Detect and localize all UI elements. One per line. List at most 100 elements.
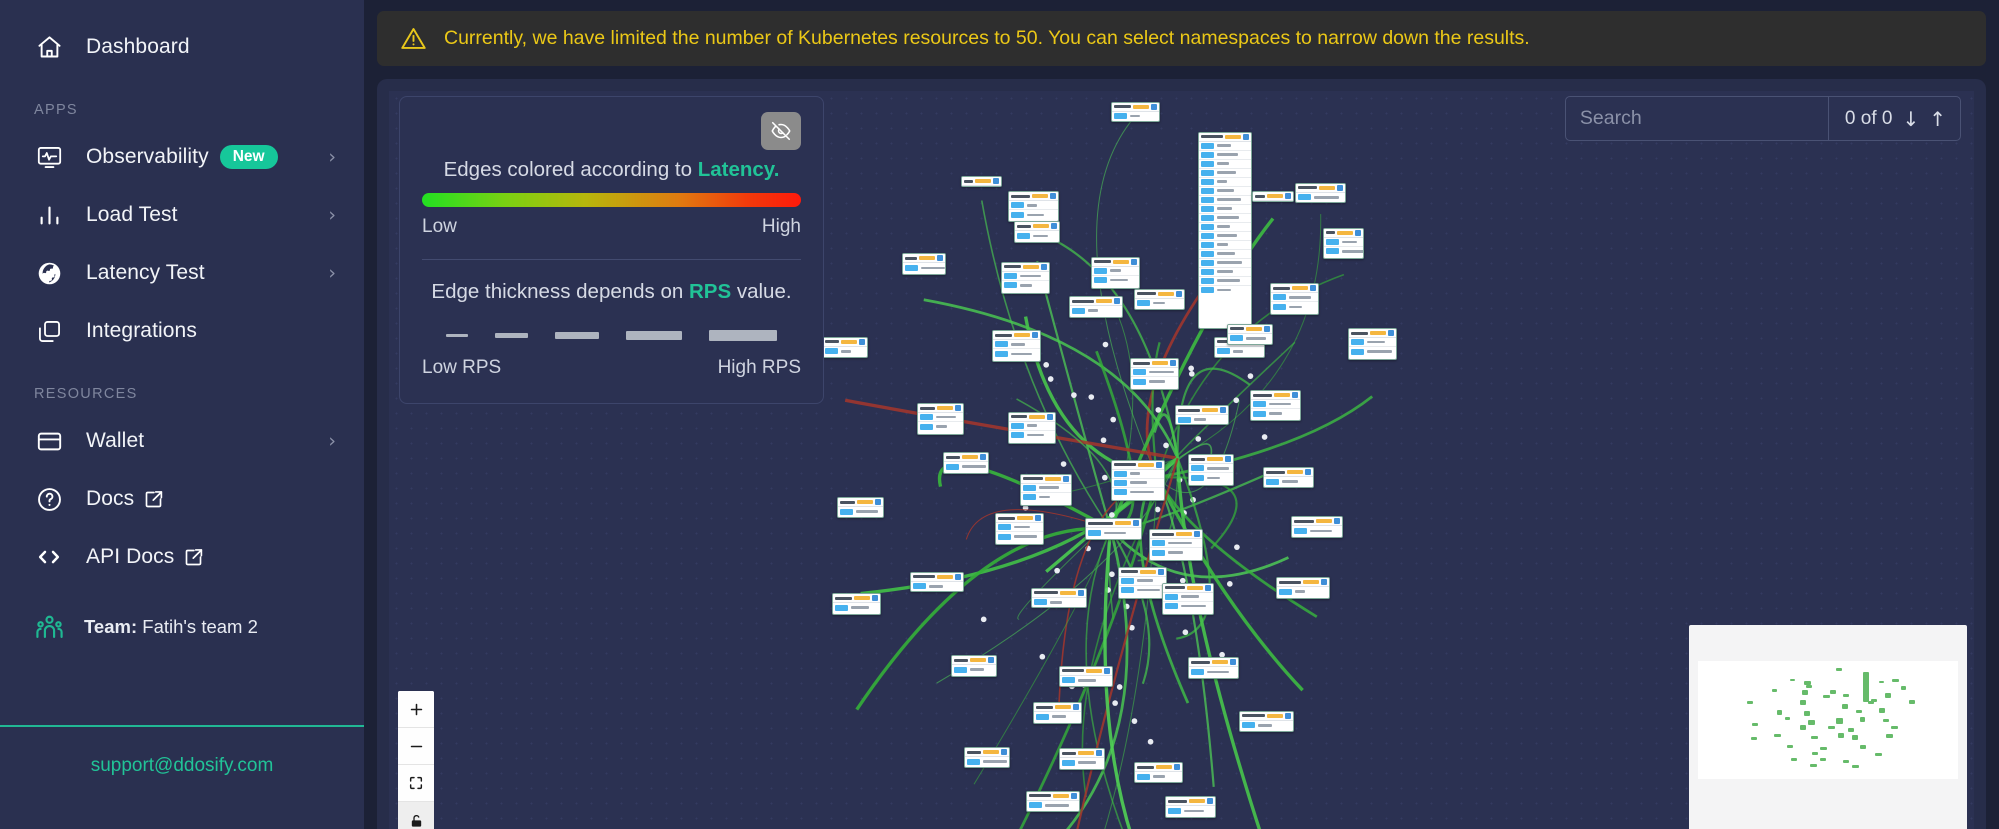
graph-node[interactable]: [909, 571, 964, 593]
graph-node[interactable]: [1187, 454, 1235, 487]
chevron-right-icon[interactable]: ›: [328, 205, 336, 225]
sidebar-item-latency-test[interactable]: Latency Test ›: [0, 244, 364, 302]
chevron-right-icon[interactable]: ›: [328, 263, 336, 283]
sidebar-item-wallet[interactable]: Wallet ›: [0, 412, 364, 470]
graph-node[interactable]: [1149, 529, 1204, 562]
team-selector[interactable]: Team: Fatih's team 2: [0, 600, 364, 654]
graph-node[interactable]: [1118, 566, 1168, 599]
sidebar-item-load-test[interactable]: Load Test ›: [0, 186, 364, 244]
graph-node[interactable]: [1198, 131, 1253, 330]
graph-node[interactable]: [1129, 358, 1179, 391]
graph-node[interactable]: [821, 336, 869, 359]
support-email-link[interactable]: support@ddosify.com: [0, 755, 364, 777]
graph-node[interactable]: [1133, 762, 1183, 784]
graph-node-type-icon: [993, 178, 1000, 185]
zoom-in-button[interactable]: [398, 691, 434, 728]
graph-node-label: [1078, 679, 1097, 682]
graph-node[interactable]: [1323, 227, 1365, 259]
sidebar-item-integrations[interactable]: Integrations: [0, 302, 364, 360]
sidebar-item-observability[interactable]: Observability New ›: [0, 128, 364, 186]
graph-node-row: [838, 507, 882, 516]
graph-node-title: [1255, 194, 1265, 198]
graph-node-type-icon: [988, 657, 995, 664]
graph-node[interactable]: [832, 593, 882, 615]
arrow-up-icon[interactable]: ↑: [1929, 109, 1946, 129]
graph-node-chip: [1062, 759, 1076, 766]
globe-icon: [34, 258, 64, 288]
graph-node[interactable]: [1162, 582, 1214, 615]
graph-node[interactable]: [1294, 182, 1347, 204]
chevron-right-icon[interactable]: ›: [328, 147, 336, 167]
graph-node[interactable]: [1030, 587, 1088, 609]
sidebar-item-api-docs[interactable]: API Docs: [0, 528, 364, 586]
graph-node[interactable]: [1069, 296, 1124, 318]
eye-off-icon[interactable]: [761, 112, 801, 150]
graph-node[interactable]: [1025, 790, 1080, 813]
graph-node[interactable]: [837, 497, 884, 519]
graph-node[interactable]: [1001, 261, 1051, 295]
graph-node[interactable]: [1007, 191, 1060, 223]
graph-node[interactable]: [950, 655, 998, 677]
graph-node[interactable]: [1226, 323, 1273, 346]
graph-node[interactable]: [1091, 256, 1141, 289]
graph-node[interactable]: [1110, 101, 1160, 122]
graph-node[interactable]: [1249, 390, 1302, 422]
zoom-out-button[interactable]: [398, 728, 434, 765]
graph-node[interactable]: [1033, 702, 1083, 724]
graph-node[interactable]: [1252, 191, 1294, 203]
graph-node[interactable]: [1084, 518, 1142, 540]
graph-node-label: [1217, 162, 1230, 165]
graph-node[interactable]: [1059, 748, 1106, 770]
graph-node-row: [1021, 493, 1071, 502]
graph-node[interactable]: [992, 330, 1042, 363]
monitor-activity-icon: [34, 142, 64, 172]
lock-button[interactable]: [398, 802, 434, 829]
search-results-nav: 0 of 0 ↓ ↑: [1827, 97, 1960, 140]
arrow-down-icon[interactable]: ↓: [1902, 109, 1919, 129]
graph-node-label: [1217, 216, 1240, 219]
graph-node-label: [1268, 402, 1291, 406]
graph-node[interactable]: [1187, 657, 1240, 679]
graph-node[interactable]: [1133, 288, 1186, 311]
graph-node[interactable]: [963, 747, 1011, 769]
latency-high-label: High: [761, 216, 801, 237]
graph-minimap[interactable]: [1689, 625, 1967, 829]
graph-node[interactable]: [1020, 473, 1072, 506]
fit-view-button[interactable]: [398, 765, 434, 802]
graph-node-title: [1273, 286, 1291, 290]
graph-node-label: [1152, 775, 1165, 778]
sidebar-item-dashboard[interactable]: Dashboard: [0, 18, 364, 76]
latency-gradient-bar: [422, 193, 801, 207]
graph-node[interactable]: [1291, 516, 1343, 538]
graph-node-header: [962, 177, 1002, 187]
rps-scale-labels: Low RPS High RPS: [422, 357, 801, 379]
search-input[interactable]: [1565, 97, 1828, 140]
graph-node[interactable]: [994, 513, 1044, 546]
sidebar-section-apps: APPS: [34, 102, 78, 118]
graph-node[interactable]: [1164, 796, 1217, 818]
graph-node-title: [920, 406, 935, 410]
chevron-right-icon[interactable]: ›: [328, 431, 336, 451]
graph-node-label: [1088, 309, 1099, 312]
graph-node[interactable]: [1013, 221, 1061, 243]
graph-node[interactable]: [901, 253, 946, 275]
graph-node[interactable]: [1262, 467, 1315, 489]
graph-node[interactable]: [1059, 665, 1114, 688]
minimap-viewport: [1698, 661, 1958, 779]
graph-node-label: [1011, 343, 1026, 346]
graph-node-row: [1060, 758, 1104, 767]
graph-node-type-icon: [1104, 667, 1111, 674]
graph-node[interactable]: [943, 452, 990, 474]
graph-node[interactable]: [1239, 710, 1294, 733]
graph-node[interactable]: [1110, 459, 1165, 502]
sidebar-item-docs[interactable]: Docs: [0, 470, 364, 528]
graph-node[interactable]: [1007, 411, 1057, 444]
graph-node[interactable]: [961, 176, 1003, 188]
graph-node-row: [1009, 210, 1059, 219]
graph-node[interactable]: [1270, 283, 1320, 316]
graph-node[interactable]: [1275, 577, 1330, 599]
graph-node[interactable]: [1347, 328, 1397, 361]
graph-node[interactable]: [917, 403, 964, 436]
graph-node-chip: [904, 264, 918, 271]
graph-node[interactable]: [1175, 405, 1230, 426]
